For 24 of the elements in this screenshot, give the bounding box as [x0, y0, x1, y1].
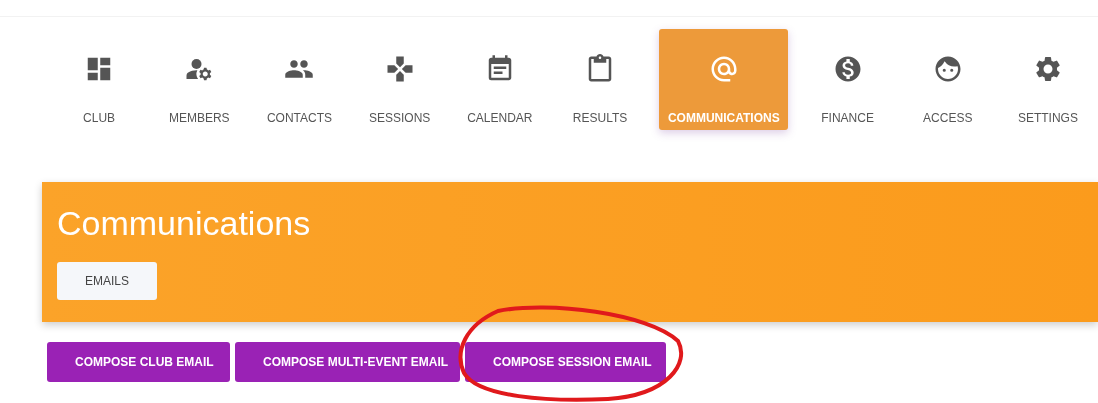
- nav-tab[interactable]: ACCESS: [897, 31, 998, 132]
- nav-label: FINANCE: [821, 111, 874, 125]
- compose-button[interactable]: COMPOSE CLUB EMAIL: [47, 342, 230, 382]
- nav-tab[interactable]: RESULTS: [549, 31, 651, 132]
- nav-label: CLUB: [83, 111, 116, 125]
- nav-label: RESULTS: [572, 111, 628, 125]
- nav-tab[interactable]: CONTACTS: [249, 31, 350, 132]
- nav-tab[interactable]: FINANCE: [797, 31, 898, 132]
- compose-button[interactable]: COMPOSE SESSION EMAIL: [465, 342, 666, 382]
- nav-label: COMMUNICATIONS: [667, 111, 780, 125]
- nav-tab[interactable]: SESSIONS: [349, 31, 450, 132]
- emails-button[interactable]: EMAILS: [57, 262, 157, 300]
- nav-label: MEMBERS: [168, 111, 230, 125]
- nav-tab[interactable]: CALENDAR: [449, 31, 550, 132]
- nav-tab[interactable]: CLUB: [49, 31, 150, 132]
- nav-tab[interactable]: SETTINGS: [997, 31, 1098, 132]
- nav-label: SETTINGS: [1017, 111, 1078, 125]
- nav-label: ACCESS: [923, 111, 973, 125]
- compose-button[interactable]: COMPOSE MULTI-EVENT EMAIL: [235, 342, 460, 382]
- page-title: Communications: [57, 204, 311, 242]
- nav-label: CONTACTS: [266, 111, 332, 125]
- nav-label: CALENDAR: [467, 111, 533, 125]
- nav-tab[interactable]: MEMBERS: [149, 31, 250, 132]
- nav-label: SESSIONS: [368, 111, 431, 125]
